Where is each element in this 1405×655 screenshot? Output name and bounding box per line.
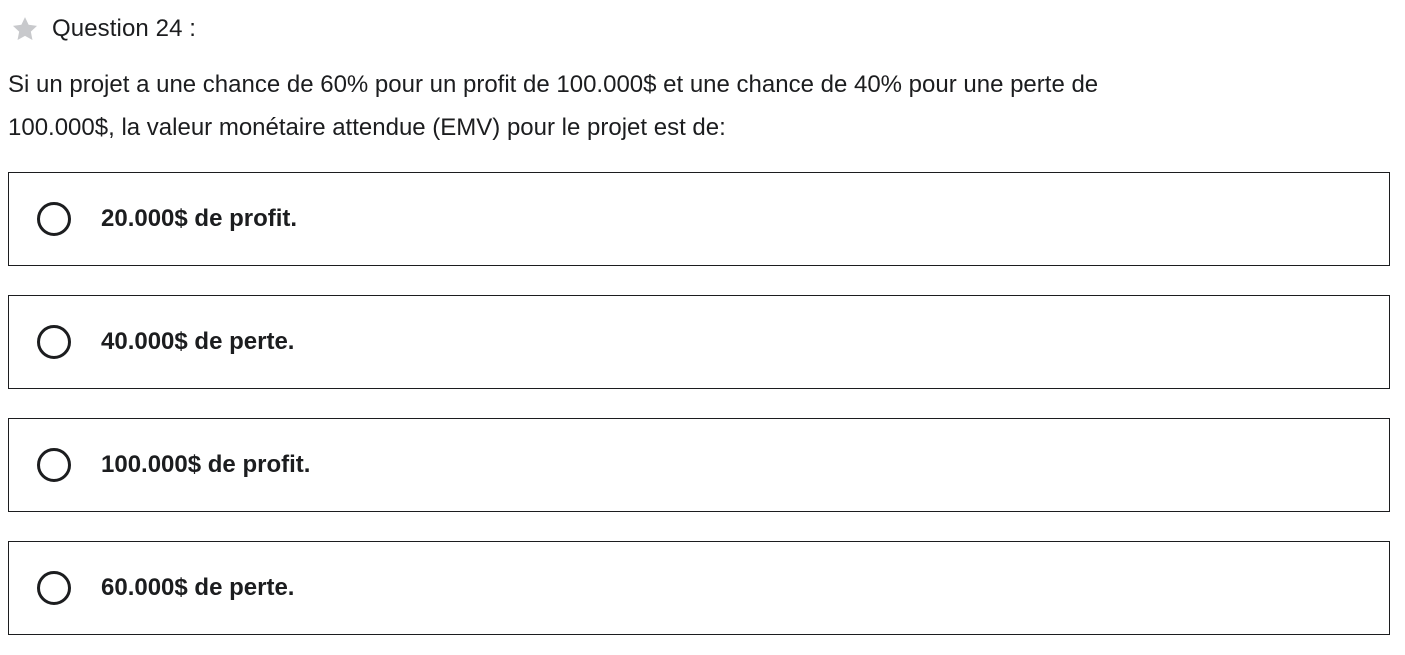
radio-button[interactable]: [37, 448, 71, 482]
answer-option-label: 60.000$ de perte.: [101, 574, 295, 601]
radio-button[interactable]: [37, 325, 71, 359]
question-prompt: Si un projet a une chance de 60% pour un…: [8, 63, 1383, 149]
answer-option-3[interactable]: 100.000$ de profit.: [8, 418, 1390, 512]
answer-option-4[interactable]: 60.000$ de perte.: [8, 541, 1390, 635]
radio-button[interactable]: [37, 571, 71, 605]
answer-option-label: 20.000$ de profit.: [101, 205, 298, 232]
answer-option-label: 100.000$ de profit.: [101, 451, 311, 478]
answer-option-2[interactable]: 40.000$ de perte.: [8, 295, 1390, 389]
radio-button[interactable]: [37, 202, 71, 236]
question-prompt-line-1: Si un projet a une chance de 60% pour un…: [8, 71, 1099, 98]
answer-option-label: 40.000$ de perte.: [101, 328, 295, 355]
question-header: Question 24 :: [10, 12, 196, 46]
star-icon[interactable]: [10, 14, 40, 44]
answer-option-1[interactable]: 20.000$ de profit.: [8, 172, 1390, 266]
question-prompt-line-2: 100.000$, la valeur monétaire attendue (…: [8, 114, 726, 141]
answer-options: 20.000$ de profit. 40.000$ de perte. 100…: [8, 172, 1390, 635]
question-number: Question 24 :: [52, 15, 197, 42]
